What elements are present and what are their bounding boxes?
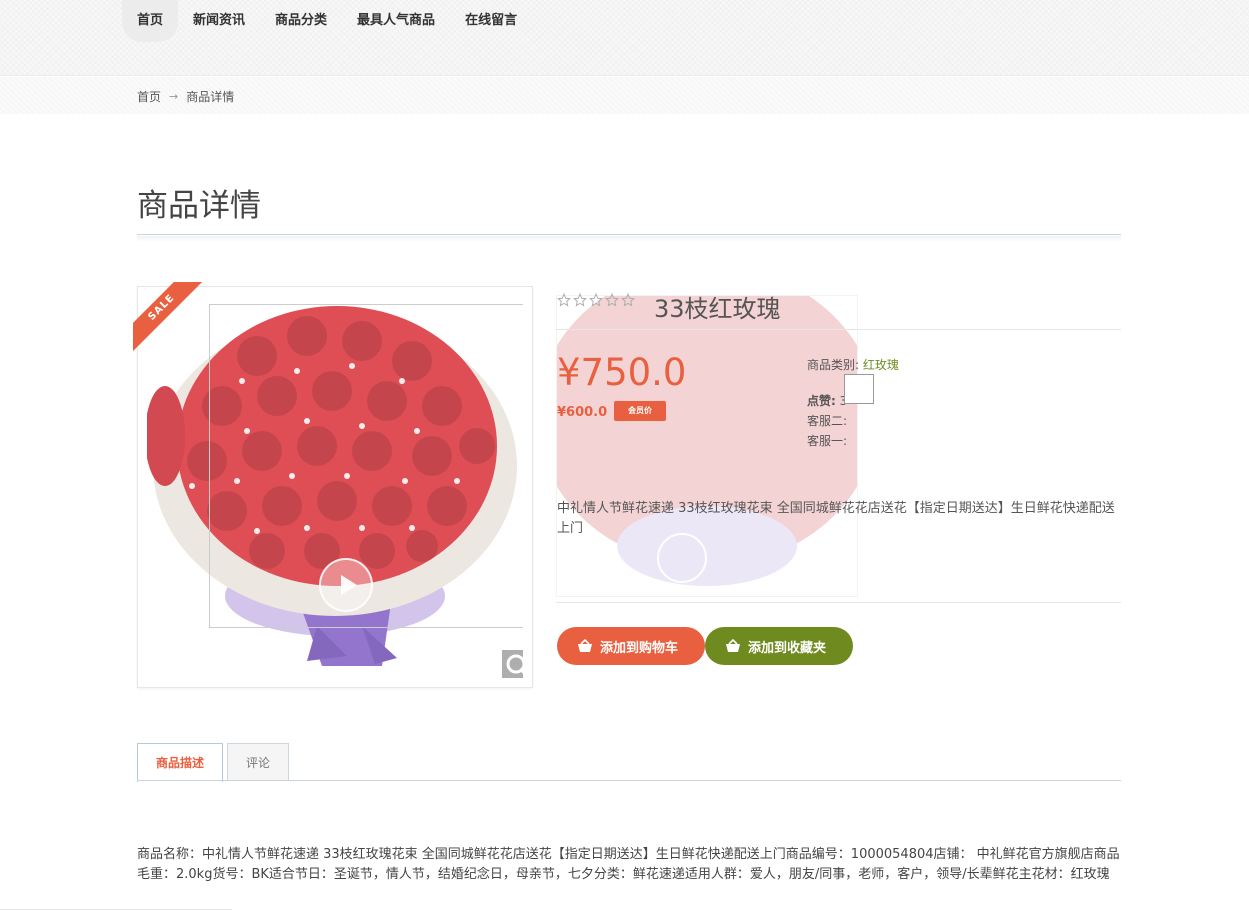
- nav-item-popular[interactable]: 最具人气商品: [342, 0, 450, 42]
- member-price-badge: 会员价: [614, 401, 666, 421]
- divider: [137, 234, 1121, 235]
- category-value[interactable]: 红玫瑰: [863, 358, 899, 372]
- likes-row: 点赞: 3: [807, 392, 847, 409]
- product-name: 33枝红玫瑰: [654, 295, 781, 323]
- nav-item-categories[interactable]: 商品分类: [260, 0, 342, 42]
- product-description: 中礼情人节鲜花速递 33枝红玫瑰花束 全国同城鲜花花店送花【指定日期送达】生日鲜…: [557, 501, 1115, 536]
- nav-item-guestbook[interactable]: 在线留言: [450, 0, 532, 42]
- product-image[interactable]: [147, 296, 523, 678]
- breadcrumb: 首页 → 商品详情: [137, 88, 234, 105]
- star-icon[interactable]: [605, 293, 619, 307]
- main-nav: 首页 新闻资讯 商品分类 最具人气商品 在线留言: [122, 0, 532, 42]
- basket-icon: [726, 639, 740, 652]
- add-to-cart-button[interactable]: 添加到购物车: [557, 627, 705, 665]
- divider: [556, 329, 1121, 330]
- likes-label: 点赞:: [807, 394, 836, 408]
- add-to-favorites-button[interactable]: 添加到收藏夹: [705, 627, 853, 665]
- service1-label: 客服一:: [807, 434, 848, 448]
- star-icon[interactable]: [621, 293, 635, 307]
- breadcrumb-current: 商品详情: [186, 90, 235, 104]
- nav-item-news[interactable]: 新闻资讯: [178, 0, 260, 42]
- play-icon[interactable]: [319, 558, 373, 612]
- product-image-frame: SALE: [133, 282, 533, 688]
- product-price: ¥750.0: [557, 351, 687, 394]
- star-icon[interactable]: [573, 293, 587, 307]
- like-button[interactable]: [844, 374, 874, 404]
- tab-content-description: 商品名称：中礼情人节鲜花速递 33枝红玫瑰花束 全国同城鲜花花店送花【指定日期送…: [137, 847, 1120, 882]
- page-title: 商品详情: [137, 188, 261, 224]
- member-price: ¥600.0: [557, 405, 608, 420]
- service2-label: 客服二:: [807, 414, 848, 428]
- arrow-right-icon: →: [169, 90, 179, 103]
- category-row: 商品类别: 红玫瑰: [807, 356, 899, 373]
- zoom-magnifier-icon[interactable]: [502, 650, 523, 678]
- category-label: 商品类别:: [807, 358, 860, 372]
- add-to-favorites-label: 添加到收藏夹: [748, 640, 827, 656]
- tab-comments[interactable]: 评论: [227, 743, 290, 781]
- add-to-cart-label: 添加到购物车: [600, 640, 679, 656]
- tab-description[interactable]: 商品描述: [137, 743, 224, 782]
- top-navbar: 首页 新闻资讯 商品分类 最具人气商品 在线留言: [0, 0, 1249, 76]
- breadcrumb-bar: 首页 → 商品详情: [0, 77, 1249, 114]
- divider: [556, 602, 1121, 603]
- divider: [0, 909, 232, 910]
- detail-tabs: 商品描述 评论: [137, 743, 290, 782]
- nav-item-home[interactable]: 首页: [122, 0, 179, 42]
- sale-ribbon: SALE: [133, 282, 203, 352]
- divider-shadow: [137, 236, 1121, 242]
- star-icon[interactable]: [557, 293, 571, 307]
- star-icon[interactable]: [589, 293, 603, 307]
- basket-icon: [578, 639, 592, 652]
- tabs-divider: [137, 780, 1121, 781]
- rating-stars[interactable]: [557, 293, 635, 307]
- sale-ribbon-label: SALE: [133, 282, 203, 352]
- breadcrumb-home-link[interactable]: 首页: [137, 88, 161, 105]
